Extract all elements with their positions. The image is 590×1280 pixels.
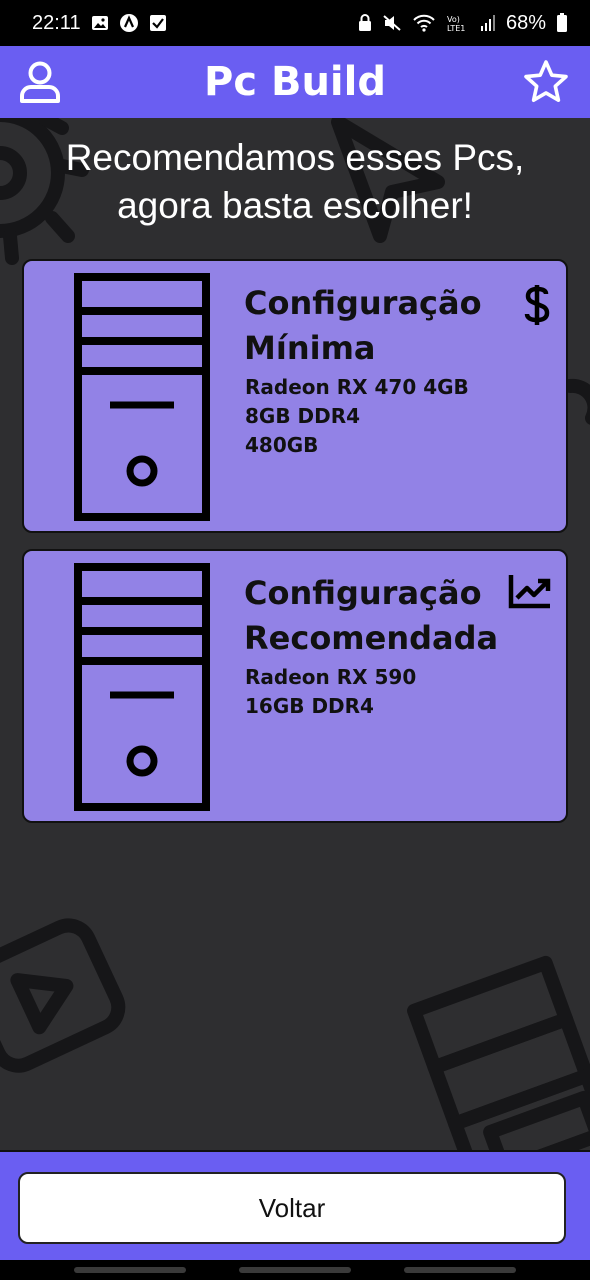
spec-storage: 480GB: [245, 433, 319, 457]
chart-line-icon: [508, 575, 551, 609]
spec-gpu: Radeon RX 590: [245, 665, 417, 689]
dollar-icon: [524, 285, 550, 325]
pc-tower-icon: [74, 563, 210, 811]
check-notification-icon: [149, 14, 167, 32]
pc-tower-icon: [74, 273, 210, 521]
battery-icon: [556, 13, 568, 33]
stack-decoration-icon: [407, 955, 590, 1150]
build-card-minimum[interactable]: Configuração Mínima Radeon RX 470 4GB 8G…: [22, 259, 568, 533]
card-specs: Radeon RX 470 4GB 8GB DDR4 480GB: [245, 373, 469, 460]
favorites-button[interactable]: [522, 58, 570, 106]
app-title: Pc Build: [204, 59, 386, 105]
system-nav-bar: [0, 1260, 590, 1280]
status-time: 22:11: [32, 11, 81, 34]
svg-text:Vo): Vo): [447, 15, 460, 24]
battery-percent: 68%: [505, 11, 546, 34]
status-bar: 22:11 Vo) LTE1 68%: [0, 0, 590, 46]
signal-icon: [480, 14, 496, 32]
app-header: Pc Build: [0, 46, 590, 118]
nav-home[interactable]: [239, 1267, 351, 1273]
spec-ram: 8GB DDR4: [245, 404, 361, 428]
video-decoration-icon: [0, 918, 126, 1073]
nav-recent[interactable]: [74, 1267, 186, 1273]
volte-icon: Vo) LTE1: [446, 14, 470, 32]
mute-icon: [382, 14, 402, 32]
back-button[interactable]: Voltar: [18, 1172, 566, 1244]
card-title: Configuração Mínima: [244, 284, 482, 367]
lock-icon: [358, 14, 372, 32]
footer-bar: Voltar: [0, 1150, 590, 1260]
page-subtitle: Recomendamos esses Pcs, agora basta esco…: [65, 137, 525, 226]
spec-gpu: Radeon RX 470 4GB: [245, 375, 469, 399]
card-specs: Radeon RX 590 16GB DDR4: [245, 663, 416, 721]
card-title: Configuração Recomendada: [244, 574, 499, 657]
svg-text:LTE1: LTE1: [447, 24, 465, 32]
nav-back[interactable]: [404, 1267, 516, 1273]
gallery-icon: [91, 15, 109, 31]
wifi-icon: [412, 14, 436, 32]
spec-ram: 16GB DDR4: [245, 694, 374, 718]
build-card-recommended[interactable]: Configuração Recomendada Radeon RX 590 1…: [22, 549, 568, 823]
star-icon: [524, 60, 568, 102]
app-notification-icon: [119, 13, 139, 33]
